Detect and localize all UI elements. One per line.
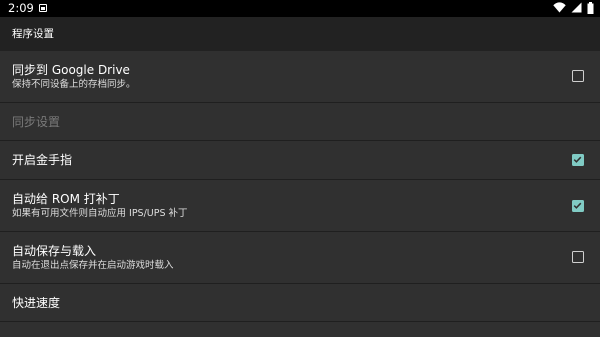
- setting-title: 同步设置: [12, 115, 61, 129]
- status-icons: [548, 2, 594, 15]
- status-time: 2:09: [8, 1, 34, 15]
- setting-sync-google-drive[interactable]: 同步到 Google Drive 保持不同设备上的存档同步。: [0, 51, 600, 103]
- checkmark-icon: [573, 202, 582, 209]
- setting-enable-cheats[interactable]: 开启金手指: [0, 141, 600, 180]
- app-bar: 程序设置: [0, 17, 600, 51]
- sync-google-drive-checkbox[interactable]: [572, 70, 584, 82]
- setting-title: 开启金手指: [12, 153, 73, 167]
- setting-sync-settings: 同步设置: [0, 103, 600, 141]
- setting-title: 自动保存与载入: [12, 244, 97, 258]
- setting-title: 同步到 Google Drive: [12, 63, 130, 77]
- page-title: 程序设置: [12, 28, 54, 40]
- setting-subtitle: 自动在退出点保存并在启动游戏时载入: [12, 260, 174, 271]
- battery-icon: [587, 2, 594, 14]
- setting-auto-patch-rom[interactable]: 自动给 ROM 打补丁 如果有可用文件则自动应用 IPS/UPS 补丁: [0, 180, 600, 232]
- setting-fast-forward-speed[interactable]: 快进速度: [0, 284, 600, 322]
- wifi-icon: [553, 2, 566, 13]
- cellular-icon: [571, 2, 582, 13]
- setting-subtitle: 如果有可用文件则自动应用 IPS/UPS 补丁: [12, 208, 188, 219]
- enable-cheats-checkbox[interactable]: [572, 154, 584, 166]
- auto-patch-rom-checkbox[interactable]: [572, 200, 584, 212]
- setting-title: 自动给 ROM 打补丁: [12, 192, 120, 206]
- checkmark-icon: [573, 156, 582, 163]
- setting-auto-save-load[interactable]: 自动保存与载入 自动在退出点保存并在启动游戏时载入: [0, 232, 600, 284]
- setting-title: 快进速度: [12, 296, 61, 310]
- auto-save-load-checkbox[interactable]: [572, 251, 584, 263]
- status-bar: 2:09: [0, 0, 600, 17]
- notification-icon: [39, 4, 47, 12]
- setting-subtitle: 保持不同设备上的存档同步。: [12, 79, 136, 90]
- settings-list: 同步到 Google Drive 保持不同设备上的存档同步。 同步设置 开启金手…: [0, 51, 600, 322]
